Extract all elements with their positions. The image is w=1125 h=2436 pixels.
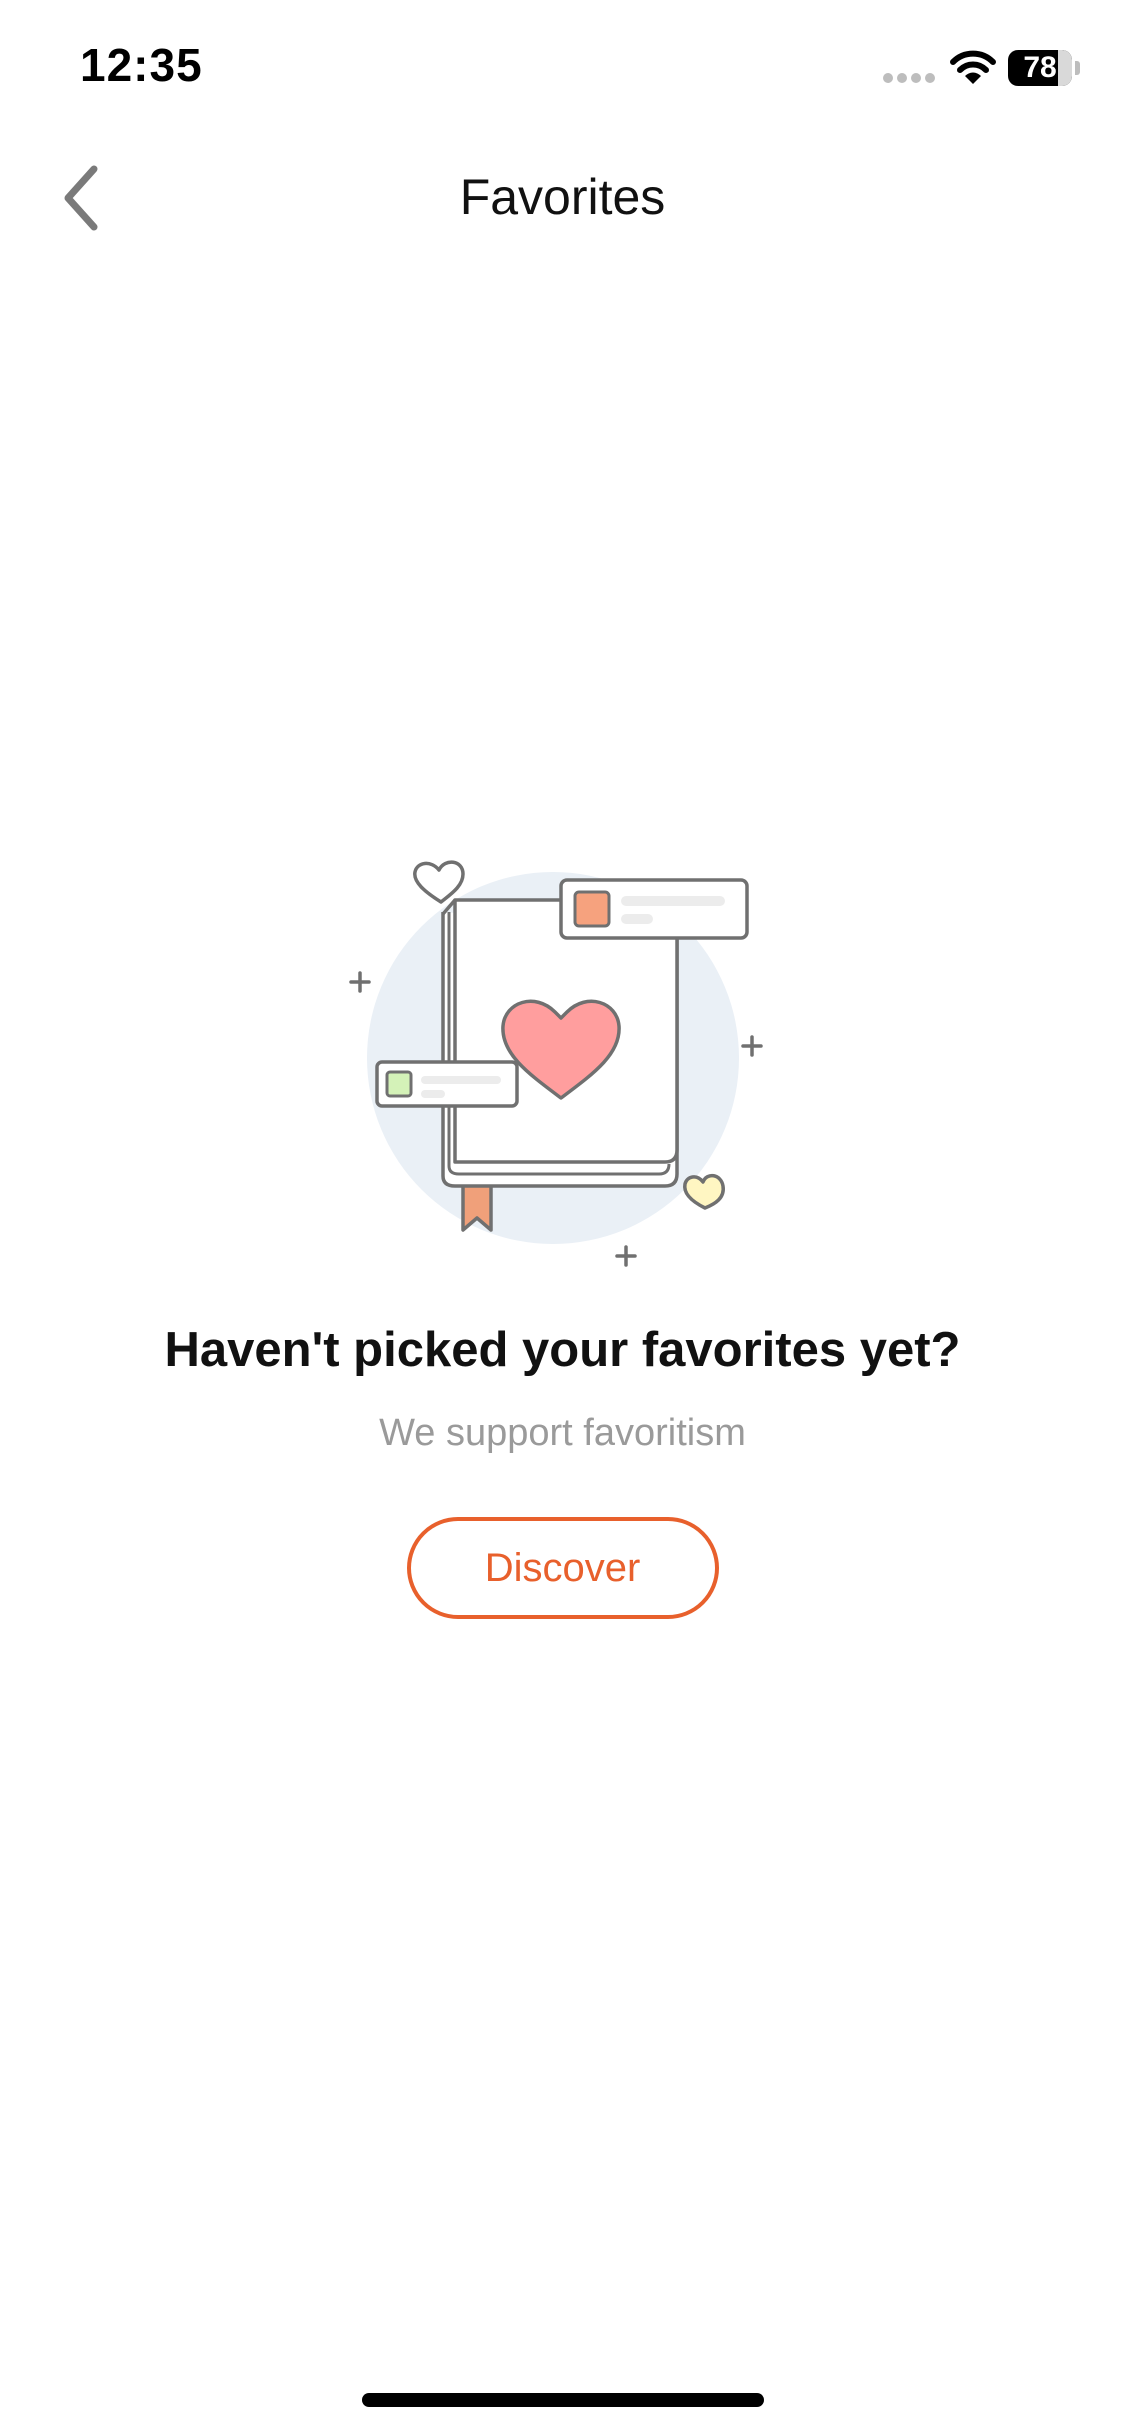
battery-percentage: 78 xyxy=(1023,51,1057,84)
battery-cap xyxy=(1075,61,1080,75)
yellow-heart-icon xyxy=(682,1173,725,1210)
battery-body: 78 xyxy=(1008,50,1072,86)
favorite-card-top xyxy=(558,878,749,940)
signal-icon xyxy=(883,73,935,83)
home-indicator xyxy=(362,2393,764,2407)
status-bar: 12:35 78 xyxy=(0,0,1125,140)
favorite-card-left xyxy=(374,1060,519,1108)
empty-state: Haven't picked your favorites yet? We su… xyxy=(0,840,1125,1619)
sparkle-icon xyxy=(348,971,371,993)
status-time: 12:35 xyxy=(80,39,203,91)
discover-button[interactable]: Discover xyxy=(406,1517,719,1619)
wifi-icon xyxy=(950,50,996,84)
empty-state-subtitle: We support favoritism xyxy=(379,1412,746,1454)
empty-state-title: Haven't picked your favorites yet? xyxy=(164,1323,961,1377)
nav-bar: Favorites xyxy=(0,140,1125,260)
book-with-heart-illustration xyxy=(348,860,763,1267)
battery-icon: 78 xyxy=(1008,50,1080,86)
page-title: Favorites xyxy=(459,169,666,225)
small-heart-icon xyxy=(412,860,465,904)
sparkle-icon xyxy=(614,1245,637,1267)
sparkle-icon xyxy=(740,1035,763,1057)
